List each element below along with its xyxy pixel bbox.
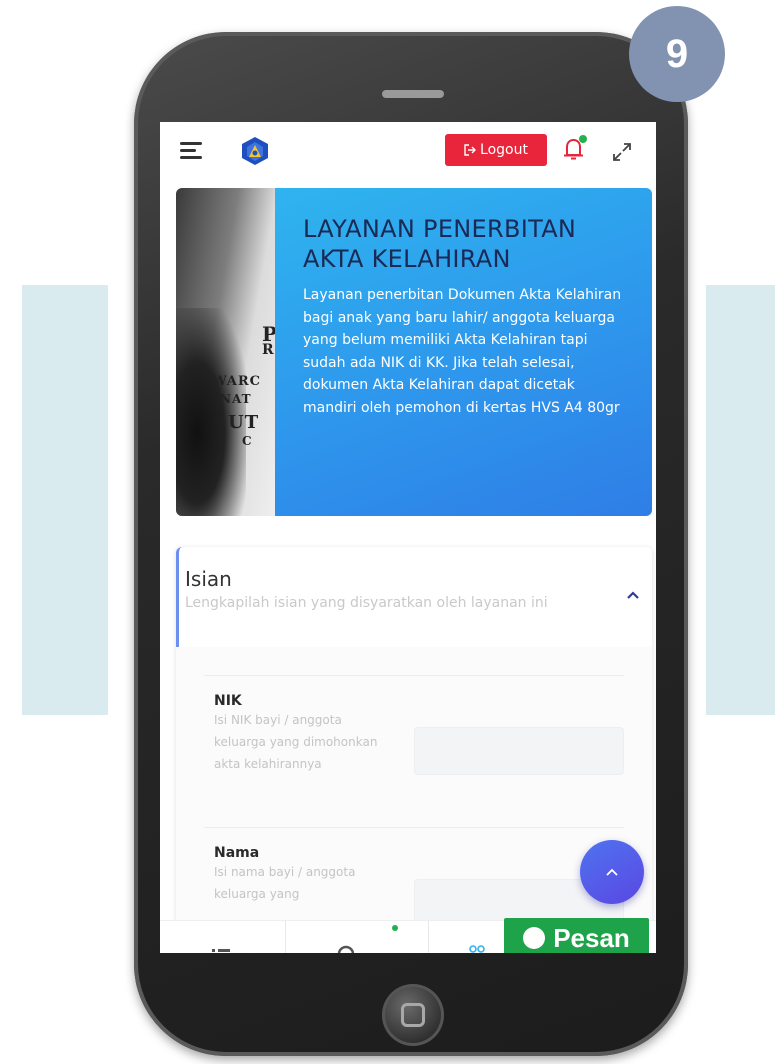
nav-list-item[interactable] — [210, 927, 250, 953]
logo-icon[interactable] — [240, 136, 270, 166]
divider — [204, 675, 624, 676]
service-hero: P R WARC NAT UT C LAYANAN PENERBITAN AKT… — [176, 188, 652, 516]
logout-label: Logout — [480, 142, 528, 158]
form-section-title: Isian — [185, 567, 232, 591]
field-label-nik: NIK — [214, 693, 242, 709]
app-screen: Logout P R WARC NAT UT C LAYANAN PENERBI… — [160, 122, 656, 953]
nik-input[interactable] — [414, 727, 624, 775]
step-number-badge: 9 — [629, 6, 725, 102]
expand-icon[interactable] — [610, 140, 634, 164]
pesan-chat-button[interactable]: Pesan — [504, 918, 649, 953]
form-section-subtitle: Lengkapilah isian yang disyaratkan oleh … — [185, 595, 548, 611]
form-section-header[interactable]: Isian Lengkapilah isian yang disyaratkan… — [176, 547, 652, 647]
chevron-up-icon[interactable] — [625, 589, 641, 601]
form-section: Isian Lengkapilah isian yang disyaratkan… — [176, 547, 652, 953]
pesan-label: Pesan — [553, 922, 630, 953]
list-icon — [212, 949, 230, 952]
search-icon — [337, 945, 355, 953]
chat-icon — [523, 927, 546, 949]
home-square-icon — [401, 1003, 425, 1027]
phone-speaker — [382, 90, 444, 98]
notification-dot — [392, 925, 398, 931]
field-label-nama: Nama — [214, 845, 260, 861]
logout-button[interactable]: Logout — [445, 134, 547, 166]
phone-home-button — [382, 984, 444, 1046]
chevron-up-icon — [606, 868, 618, 876]
hero-photo: P R WARC NAT UT C — [176, 188, 277, 516]
side-panel-left — [22, 285, 108, 715]
logout-icon — [464, 144, 477, 156]
bell-icon[interactable] — [560, 134, 588, 164]
top-bar: Logout — [160, 122, 656, 188]
divider — [204, 827, 624, 828]
nav-grid-item[interactable] — [466, 927, 506, 953]
service-description: Layanan penerbitan Dokumen Akta Kelahira… — [303, 287, 622, 416]
hero-info-card: LAYANAN PENERBITAN AKTA KELAHIRAN Layana… — [275, 188, 652, 516]
field-help-nama: Isi nama bayi / anggota keluarga yang — [214, 865, 356, 901]
hamburger-menu-icon[interactable] — [180, 142, 202, 160]
form-fields: NIK Isi NIK bayi / anggota keluarga yang… — [176, 647, 652, 953]
scroll-to-top-button[interactable] — [580, 840, 644, 904]
grid-icon — [469, 945, 485, 953]
side-panel-right — [706, 285, 775, 715]
field-help-nik: Isi NIK bayi / anggota keluarga yang dim… — [214, 713, 378, 771]
service-title: LAYANAN PENERBITAN AKTA KELAHIRAN — [303, 215, 577, 273]
nav-search-item[interactable] — [335, 927, 375, 953]
